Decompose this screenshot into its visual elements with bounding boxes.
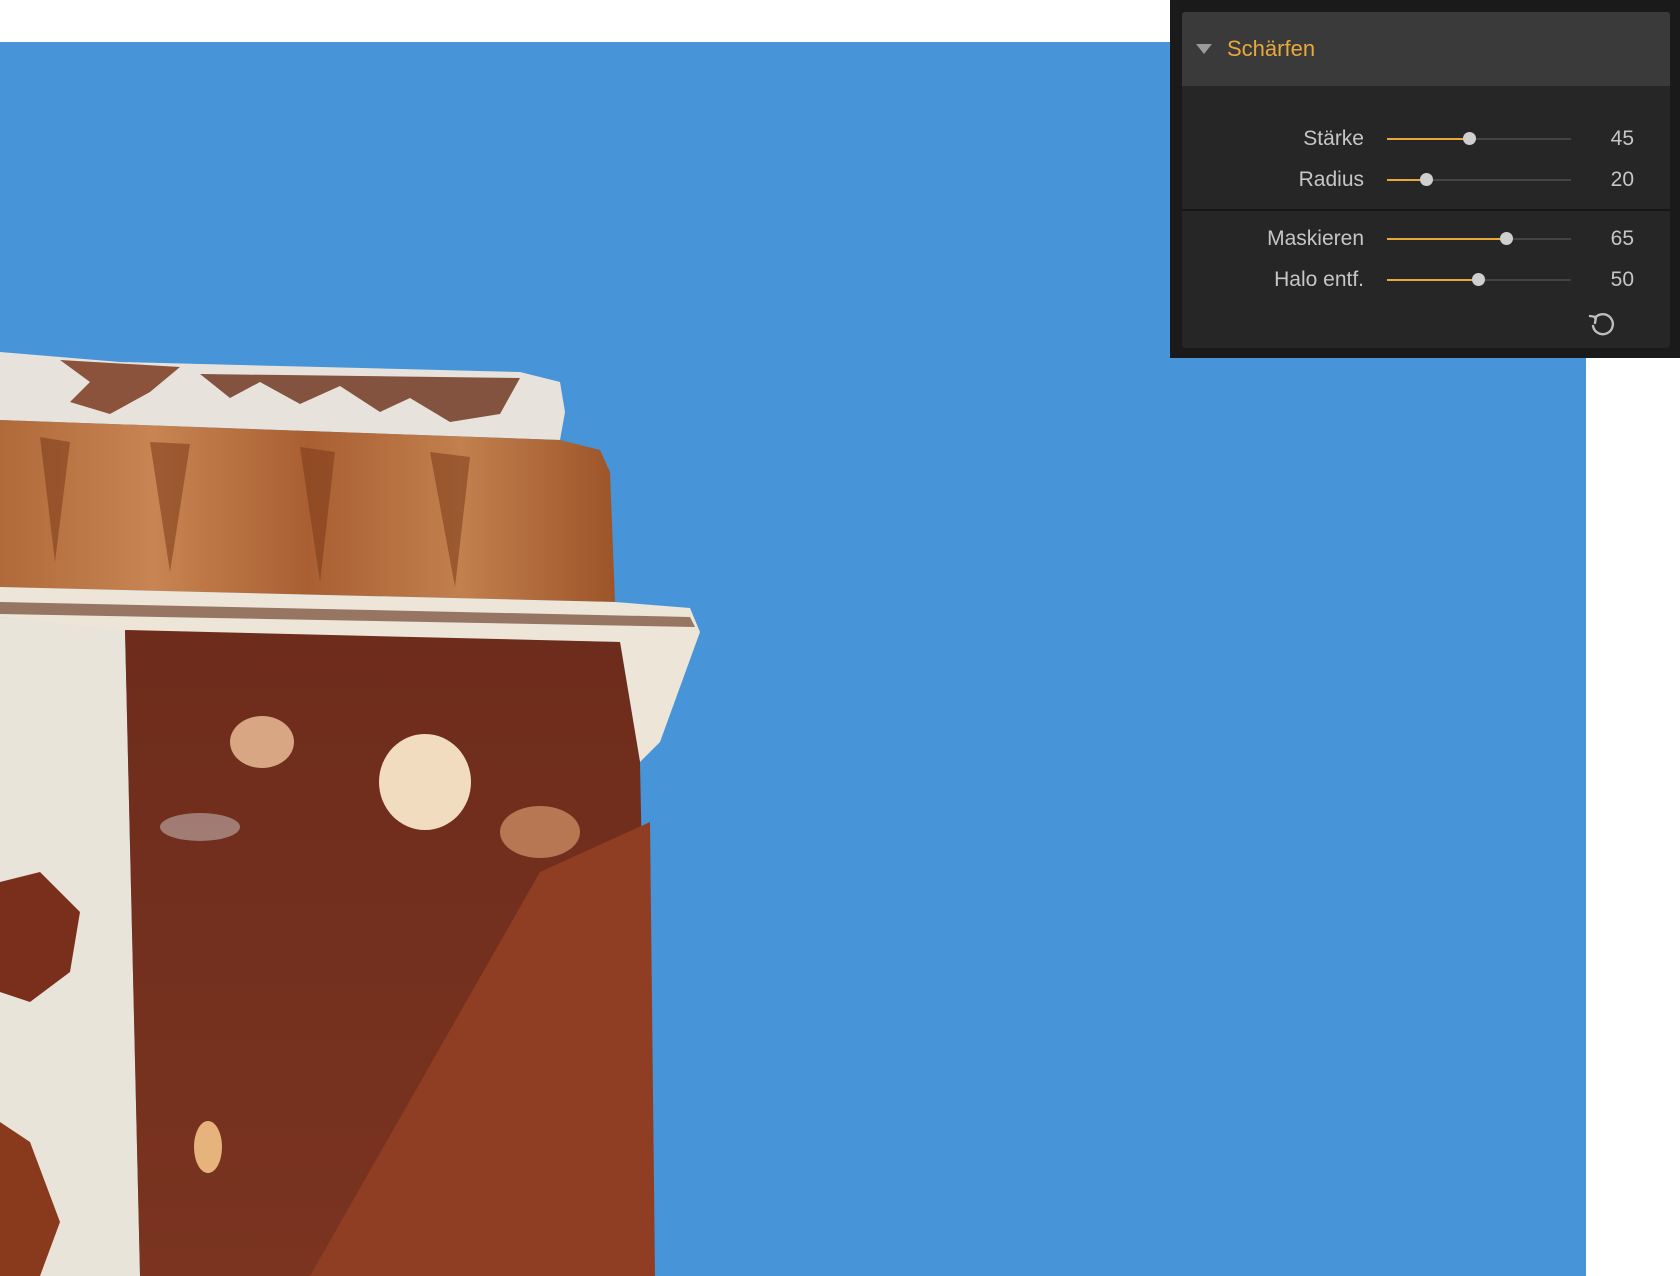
slider-label: Radius (1298, 168, 1364, 191)
reset-icon[interactable] (1586, 308, 1618, 340)
slider-label: Maskieren (1267, 227, 1364, 250)
slider-label: Halo entf. (1274, 268, 1364, 291)
slider-knob[interactable] (1462, 132, 1476, 145)
slider-value[interactable]: 45 (1582, 119, 1634, 159)
adjustments-panel: Schärfen Stärke 45 Radius 20 Maskieren 6… (1170, 0, 1680, 358)
slider-fill (1387, 238, 1507, 240)
slider-value[interactable]: 65 (1582, 219, 1634, 259)
slider-knob[interactable] (1420, 173, 1434, 186)
divider (1182, 209, 1670, 211)
slider-fill (1387, 138, 1470, 140)
slider-value[interactable]: 20 (1582, 160, 1634, 200)
slider-label: Stärke (1303, 127, 1364, 150)
slider-track[interactable] (1387, 173, 1571, 186)
slider-knob[interactable] (1499, 232, 1513, 245)
section-header[interactable]: Schärfen (1182, 12, 1670, 86)
slider-fill (1387, 279, 1479, 281)
slider-row-halo: Halo entf. 50 (1182, 260, 1670, 300)
sharpen-section: Schärfen Stärke 45 Radius 20 Maskieren 6… (1182, 12, 1670, 348)
slider-track[interactable] (1387, 132, 1571, 145)
slider-row-staerke: Stärke 45 (1182, 119, 1670, 159)
slider-track[interactable] (1387, 273, 1571, 286)
slider-track[interactable] (1387, 232, 1571, 245)
section-title: Schärfen (1227, 36, 1316, 61)
triangle-down-icon[interactable] (1196, 44, 1212, 54)
slider-row-maskieren: Maskieren 65 (1182, 219, 1670, 259)
slider-value[interactable]: 50 (1582, 260, 1634, 300)
slider-knob[interactable] (1472, 273, 1485, 286)
slider-row-radius: Radius 20 (1182, 160, 1670, 200)
